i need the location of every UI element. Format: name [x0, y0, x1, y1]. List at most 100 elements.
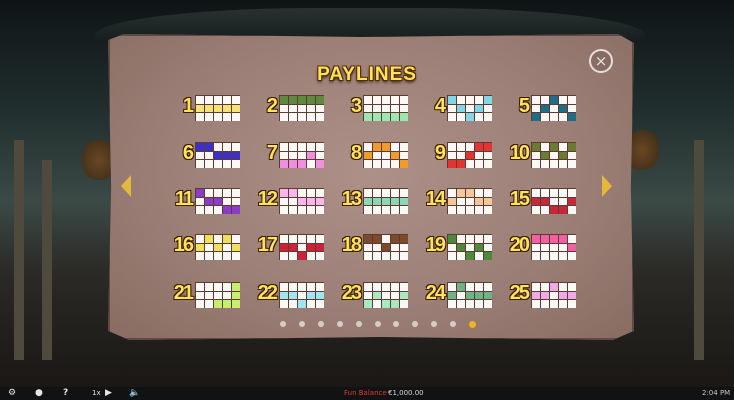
payline-cell — [205, 283, 213, 291]
payline-cell — [550, 243, 558, 252]
payline-cell — [484, 197, 492, 206]
payline-item: 20 — [504, 232, 576, 260]
arrow-right-icon[interactable] — [602, 175, 612, 197]
close-icon[interactable]: × — [589, 49, 613, 73]
payline-item: 25 — [504, 280, 576, 308]
payline-cell — [532, 113, 540, 121]
speed-label[interactable]: 1x — [92, 389, 101, 397]
payline-cell — [382, 113, 390, 121]
payline-item: 3 — [336, 93, 408, 121]
sound-icon[interactable]: 🔈 — [129, 388, 140, 398]
balance-label: Fun Balance — [344, 389, 387, 397]
payline-cell — [214, 300, 222, 308]
payline-cell — [466, 113, 474, 121]
payline-cell — [448, 235, 456, 243]
payline-cell — [214, 104, 222, 113]
payline-cell — [316, 143, 324, 151]
payline-cell — [382, 104, 390, 113]
payline-cell — [532, 96, 540, 104]
page-dot[interactable] — [317, 321, 324, 327]
page-dot[interactable] — [298, 321, 305, 327]
payline-cell — [568, 300, 576, 308]
payline-cell — [457, 300, 465, 308]
payline-cell — [373, 197, 381, 206]
gear-icon[interactable]: ⚙ — [8, 388, 16, 398]
payline-cell — [550, 96, 558, 104]
payline-cell — [196, 197, 204, 206]
payline-cell — [541, 235, 549, 243]
payline-cell — [223, 283, 231, 291]
payline-number: 1 — [182, 95, 194, 117]
payline-cell — [391, 143, 399, 151]
payline-number: 11 — [174, 188, 194, 210]
payline-cell — [298, 143, 306, 151]
payline-cell — [484, 189, 492, 197]
payline-cell — [205, 160, 213, 168]
payline-cell — [475, 283, 483, 291]
payline-cell — [316, 243, 324, 252]
help-icon[interactable]: ? — [63, 388, 68, 398]
payline-cell — [550, 300, 558, 308]
payline-cell — [475, 160, 483, 168]
payline-cell — [373, 104, 381, 113]
payline-cell — [391, 206, 399, 214]
payline-cell — [298, 151, 306, 160]
payline-cell — [364, 189, 372, 197]
payline-cell — [214, 197, 222, 206]
payline-cell — [550, 206, 558, 214]
payline-item: 8 — [336, 140, 408, 168]
payline-pattern — [531, 234, 576, 260]
payline-cell — [484, 283, 492, 291]
play-icon[interactable]: ▶ — [105, 388, 112, 398]
payline-cell — [280, 235, 288, 243]
payline-cell — [475, 197, 483, 206]
payline-cell — [541, 243, 549, 252]
payline-cell — [364, 143, 372, 151]
payline-item: 14 — [420, 186, 492, 214]
payline-cell — [289, 96, 297, 104]
chat-icon[interactable]: ● — [35, 388, 43, 398]
payline-cell — [232, 151, 240, 160]
payline-cell — [382, 252, 390, 260]
payline-cell — [280, 291, 288, 300]
payline-pattern — [279, 234, 324, 260]
payline-cell — [475, 252, 483, 260]
payline-cell — [391, 113, 399, 121]
payline-cell — [448, 197, 456, 206]
payline-cell — [559, 243, 567, 252]
payline-cell — [448, 252, 456, 260]
payline-cell — [196, 113, 204, 121]
payline-cell — [391, 96, 399, 104]
arrow-left-icon[interactable] — [121, 175, 131, 197]
payline-cell — [559, 96, 567, 104]
page-dot[interactable] — [374, 321, 381, 327]
payline-number: 20 — [509, 234, 530, 256]
payline-cell — [550, 143, 558, 151]
page-dot[interactable] — [280, 321, 286, 327]
payline-cell — [484, 113, 492, 121]
payline-cell — [307, 104, 315, 113]
payline-cell — [541, 113, 549, 121]
payline-cell — [457, 151, 465, 160]
payline-cell — [196, 104, 204, 113]
payline-cell — [214, 243, 222, 252]
payline-cell — [280, 252, 288, 260]
payline-cell — [484, 96, 492, 104]
payline-cell — [307, 243, 315, 252]
payline-cell — [205, 151, 213, 160]
payline-item: 22 — [252, 280, 324, 308]
page-dot[interactable] — [355, 321, 362, 327]
payline-cell — [541, 160, 549, 168]
payline-cell — [289, 160, 297, 168]
payline-cell — [223, 235, 231, 243]
payline-pattern — [279, 188, 324, 214]
page-dot[interactable] — [336, 321, 343, 327]
payline-cell — [205, 252, 213, 260]
payline-cell — [475, 206, 483, 214]
payline-cell — [559, 197, 567, 206]
page-dot[interactable] — [469, 321, 476, 328]
payline-cell — [484, 160, 492, 168]
payline-cell — [205, 243, 213, 252]
payline-cell — [289, 197, 297, 206]
payline-cell — [373, 151, 381, 160]
